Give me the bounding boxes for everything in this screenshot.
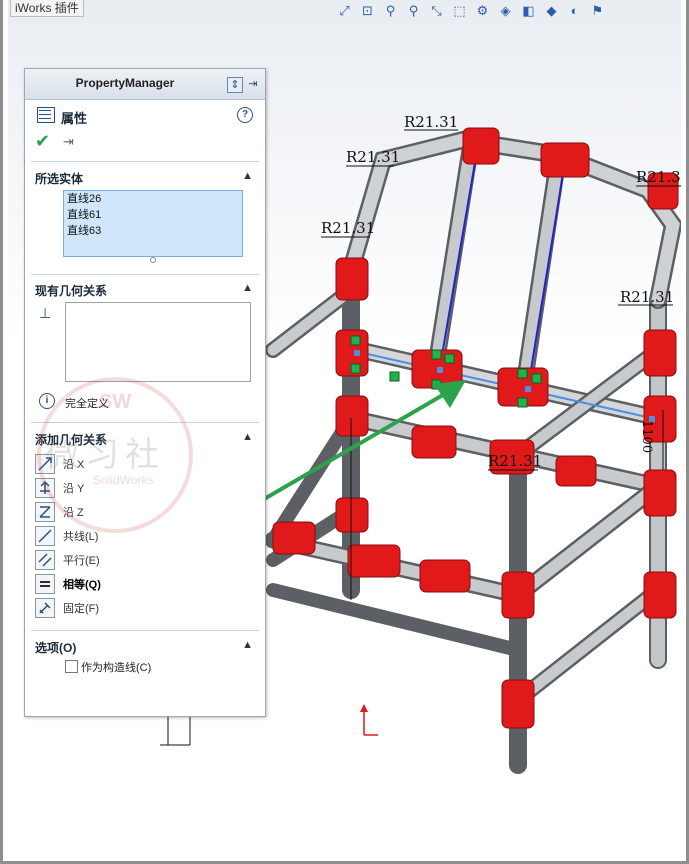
along-z-icon <box>35 502 55 522</box>
dimension-label: R21.31 <box>488 452 543 470</box>
confirm-row: ✔ ⇥ <box>25 131 265 153</box>
horizontal-x-icon <box>35 454 55 474</box>
list-item[interactable]: 直线63 <box>64 223 242 239</box>
keep-visible-pin-icon[interactable]: ⇥ <box>63 134 74 150</box>
dimension-label: R21.31 <box>620 288 675 306</box>
help-icon[interactable]: ? <box>237 107 253 123</box>
selected-entities-list[interactable]: 直线26 直线61 直线63 <box>63 190 243 257</box>
relation-fix[interactable]: 固定(F) <box>35 597 99 619</box>
chevron-up-icon[interactable]: ▲ <box>242 431 253 443</box>
equal-icon <box>35 574 55 594</box>
collinear-icon <box>35 526 55 546</box>
relation-collinear[interactable]: 共线(L) <box>35 525 98 547</box>
feature-title: 属性 <box>61 111 88 126</box>
chevron-up-icon[interactable]: ▲ <box>242 639 253 651</box>
relation-horizontal-x[interactable]: 沿 X <box>35 453 84 475</box>
selected-entities-title: 所选实体 <box>35 172 84 186</box>
property-manager-panel: PropertyManager ⇕ ⇥ 属性 ? ✔ ⇥ 所选实体 ▲ 直线26… <box>24 68 266 717</box>
vertical-y-icon <box>35 478 55 498</box>
relation-parallel[interactable]: 平行(E) <box>35 549 100 571</box>
existing-relations-title: 现有几何关系 <box>35 284 108 298</box>
relations-icon: ⊥ <box>39 305 52 321</box>
list-item[interactable]: 直线61 <box>64 207 242 223</box>
options-title: 选项(O) <box>35 641 77 655</box>
dimension-label: 1100 <box>639 420 654 454</box>
relation-equal[interactable]: 相等(Q) <box>35 573 101 595</box>
chevron-up-icon[interactable]: ▲ <box>242 170 253 182</box>
relation-along-z[interactable]: 沿 Z <box>35 501 84 523</box>
panel-pin-icon[interactable]: ⇥ <box>246 77 260 91</box>
relation-vertical-y[interactable]: 沿 Y <box>35 477 84 499</box>
list-item[interactable]: 直线26 <box>64 191 242 207</box>
construction-checkbox[interactable] <box>65 660 78 673</box>
dimension-label: R21.31 <box>321 219 376 237</box>
info-icon: i <box>39 393 55 409</box>
dimension-label: R21.31 <box>404 113 459 131</box>
definition-status: 完全定义 <box>65 398 109 410</box>
feature-title-row: 属性 ? <box>25 105 265 127</box>
property-manager-title: PropertyManager <box>75 76 175 90</box>
ok-check-icon[interactable]: ✔ <box>35 131 50 152</box>
fix-icon <box>35 598 55 618</box>
construction-label: 作为构造线(C) <box>81 662 152 674</box>
property-manager-header: PropertyManager ⇕ ⇥ <box>25 69 265 100</box>
existing-relations-list[interactable] <box>65 302 251 382</box>
add-relations-title: 添加几何关系 <box>35 433 108 447</box>
collapse-panel-icon[interactable]: ⇕ <box>227 77 243 93</box>
resize-handle[interactable] <box>150 257 156 263</box>
dimension-label: R21.31 <box>346 148 401 166</box>
parallel-icon <box>35 550 55 570</box>
dimension-label: R21.3 <box>636 168 681 186</box>
construction-option[interactable]: 作为构造线(C) <box>25 659 265 677</box>
chevron-up-icon[interactable]: ▲ <box>242 282 253 294</box>
